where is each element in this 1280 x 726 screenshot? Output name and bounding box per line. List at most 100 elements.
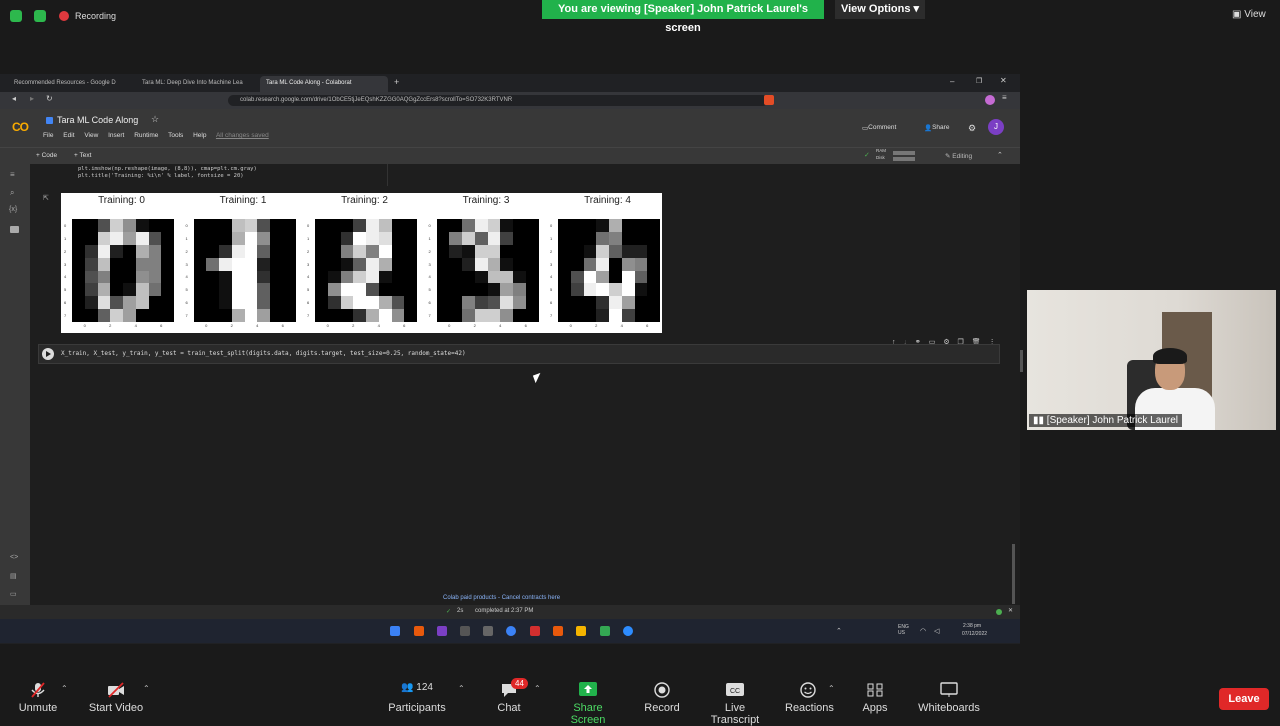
chrome-taskbar-icon[interactable]	[506, 626, 516, 636]
folder-icon[interactable]	[576, 626, 586, 636]
y-tick-label: 4	[550, 274, 553, 280]
menu-view[interactable]: View	[84, 132, 98, 139]
close-window-icon[interactable]: ✕	[1000, 76, 1007, 85]
zoom-taskbar-icon[interactable]	[623, 626, 633, 636]
add-code-button[interactable]: + Code	[36, 152, 57, 159]
onenote-icon[interactable]	[437, 626, 447, 636]
participants-button[interactable]: 👥 124 Participants	[387, 682, 447, 714]
video-resize-handle[interactable]	[1020, 350, 1023, 372]
page-scrollbar[interactable]	[1012, 544, 1015, 604]
share-screen-button[interactable]: Share Screen	[556, 682, 620, 726]
profile-icon[interactable]	[985, 95, 995, 105]
menu-help[interactable]: Help	[193, 132, 206, 139]
menu-runtime[interactable]: Runtime	[134, 132, 158, 139]
brave-icon[interactable]	[764, 95, 774, 105]
participants-chevron-icon[interactable]: ⌃	[458, 684, 465, 693]
terminal-taskbar-icon[interactable]	[460, 626, 470, 636]
browser-tab-active[interactable]: Tara ML Code Along - Colaborat	[260, 76, 388, 92]
tray-chevron-icon[interactable]: ⌃	[836, 627, 842, 635]
digit-pixel	[621, 231, 635, 245]
speaker-video[interactable]: ▮▮ [Speaker] John Patrick Laurel	[1027, 290, 1276, 430]
ram-bar[interactable]	[893, 151, 915, 155]
back-icon[interactable]: ◂	[12, 94, 16, 103]
live-transcript-button[interactable]: CC Live Transcript	[700, 682, 770, 726]
reactions-button[interactable]: Reactions	[785, 682, 834, 714]
minimize-icon[interactable]: –	[950, 77, 954, 86]
forward-icon[interactable]: ▸	[30, 94, 34, 103]
unmute-button[interactable]: Unmute	[18, 682, 58, 714]
audio-options-chevron-icon[interactable]: ⌃	[61, 684, 68, 693]
new-tab-icon[interactable]: +	[394, 77, 399, 87]
terminal-icon[interactable]: ▭	[10, 590, 17, 598]
collapse-icon[interactable]: ⌃	[997, 151, 1003, 159]
y-tick-label: 3	[185, 261, 188, 267]
browser-tab[interactable]: Tara ML: Deep Dive Into Machine Lea	[136, 76, 258, 92]
view-options-button[interactable]: View Options ▾	[835, 0, 925, 19]
record-button[interactable]: Record	[642, 682, 682, 714]
search-icon[interactable]: ⌕	[10, 188, 14, 198]
menu-edit[interactable]: Edit	[63, 132, 74, 139]
toc-icon[interactable]: ≡	[10, 170, 15, 179]
start-video-button[interactable]: Start Video	[88, 682, 144, 714]
reload-icon[interactable]: ↻	[46, 94, 53, 103]
code-cell-top[interactable]: plt.imshow(np.reshape(image, (8,8)), cma…	[38, 164, 388, 186]
disk-bar[interactable]	[893, 157, 915, 161]
digit-pixel	[110, 231, 123, 245]
menu-tools[interactable]: Tools	[168, 132, 183, 139]
app3-taskbar-icon[interactable]	[600, 626, 610, 636]
editing-button[interactable]: ✎ Editing	[945, 152, 972, 160]
comment-button[interactable]: ▭ Comment	[862, 124, 896, 132]
digit-pixel	[161, 283, 174, 297]
view-button[interactable]: ▣ View	[1232, 9, 1266, 20]
save-status[interactable]: All changes saved	[216, 132, 269, 139]
restore-icon[interactable]: ❐	[976, 77, 982, 85]
command-palette-icon[interactable]: ▤	[10, 572, 17, 580]
acrobat-icon[interactable]	[530, 626, 540, 636]
reactions-chevron-icon[interactable]: ⌃	[828, 684, 835, 693]
start-icon[interactable]	[390, 626, 400, 636]
digit-pixel	[327, 270, 341, 284]
digit-pixel	[193, 231, 207, 245]
digit-pixel	[513, 231, 526, 245]
menu-insert[interactable]: Insert	[108, 132, 124, 139]
app-taskbar-icon[interactable]	[483, 626, 493, 636]
star-icon[interactable]: ☆	[151, 114, 159, 125]
menu-file[interactable]: File	[43, 132, 53, 139]
clock-time[interactable]: 2:38 pm	[963, 623, 981, 629]
notebook-title[interactable]: Tara ML Code Along	[57, 115, 138, 125]
close-status-icon[interactable]: ✕	[1008, 607, 1013, 614]
digit-pixel	[583, 296, 597, 310]
clock-date[interactable]: 07/12/2022	[962, 631, 987, 637]
settings-icon[interactable]: ⚙	[968, 123, 976, 134]
browser-tab[interactable]: Recommended Resources - Google D	[8, 76, 132, 92]
files-icon[interactable]	[10, 226, 19, 233]
brave-taskbar-icon[interactable]	[414, 626, 424, 636]
url-input[interactable]: colab.research.google.com/drive/1ObCE5tj…	[228, 95, 768, 106]
chat-chevron-icon[interactable]: ⌃	[534, 684, 541, 693]
run-cell-button[interactable]	[42, 348, 54, 360]
language-indicator[interactable]: ENG US	[898, 624, 909, 636]
y-tick-label: 2	[64, 248, 67, 254]
share-button[interactable]: 👤 Share	[924, 124, 949, 132]
variables-icon[interactable]: {x}	[9, 206, 17, 213]
code-snippets-icon[interactable]: <>	[10, 554, 18, 561]
output-icon[interactable]: ⇱	[43, 194, 49, 202]
whiteboards-button[interactable]: Whiteboards	[918, 682, 980, 714]
avatar[interactable]: J	[988, 119, 1004, 135]
video-options-chevron-icon[interactable]: ⌃	[143, 684, 150, 693]
wifi-icon[interactable]: ◠	[920, 627, 926, 635]
browser-menu-icon[interactable]: ≡	[1002, 93, 1007, 102]
app2-taskbar-icon[interactable]	[553, 626, 563, 636]
code-cell[interactable]: X_train, X_test, y_train, y_test = train…	[38, 344, 1000, 364]
x-tick-label: 4	[499, 323, 502, 328]
add-text-button[interactable]: + Text	[74, 152, 91, 159]
apps-button[interactable]: Apps	[858, 682, 892, 714]
volume-icon[interactable]: ◁	[934, 627, 939, 635]
digit-pixel	[609, 283, 622, 297]
view-label: View	[1244, 9, 1266, 20]
digit-pixel	[525, 270, 539, 284]
colab-logo[interactable]: CO	[12, 120, 29, 134]
digit-pixel	[135, 244, 149, 258]
leave-button[interactable]: Leave	[1219, 688, 1269, 710]
colab-paid-products-link[interactable]: Colab paid products - Cancel contracts h…	[443, 595, 560, 601]
